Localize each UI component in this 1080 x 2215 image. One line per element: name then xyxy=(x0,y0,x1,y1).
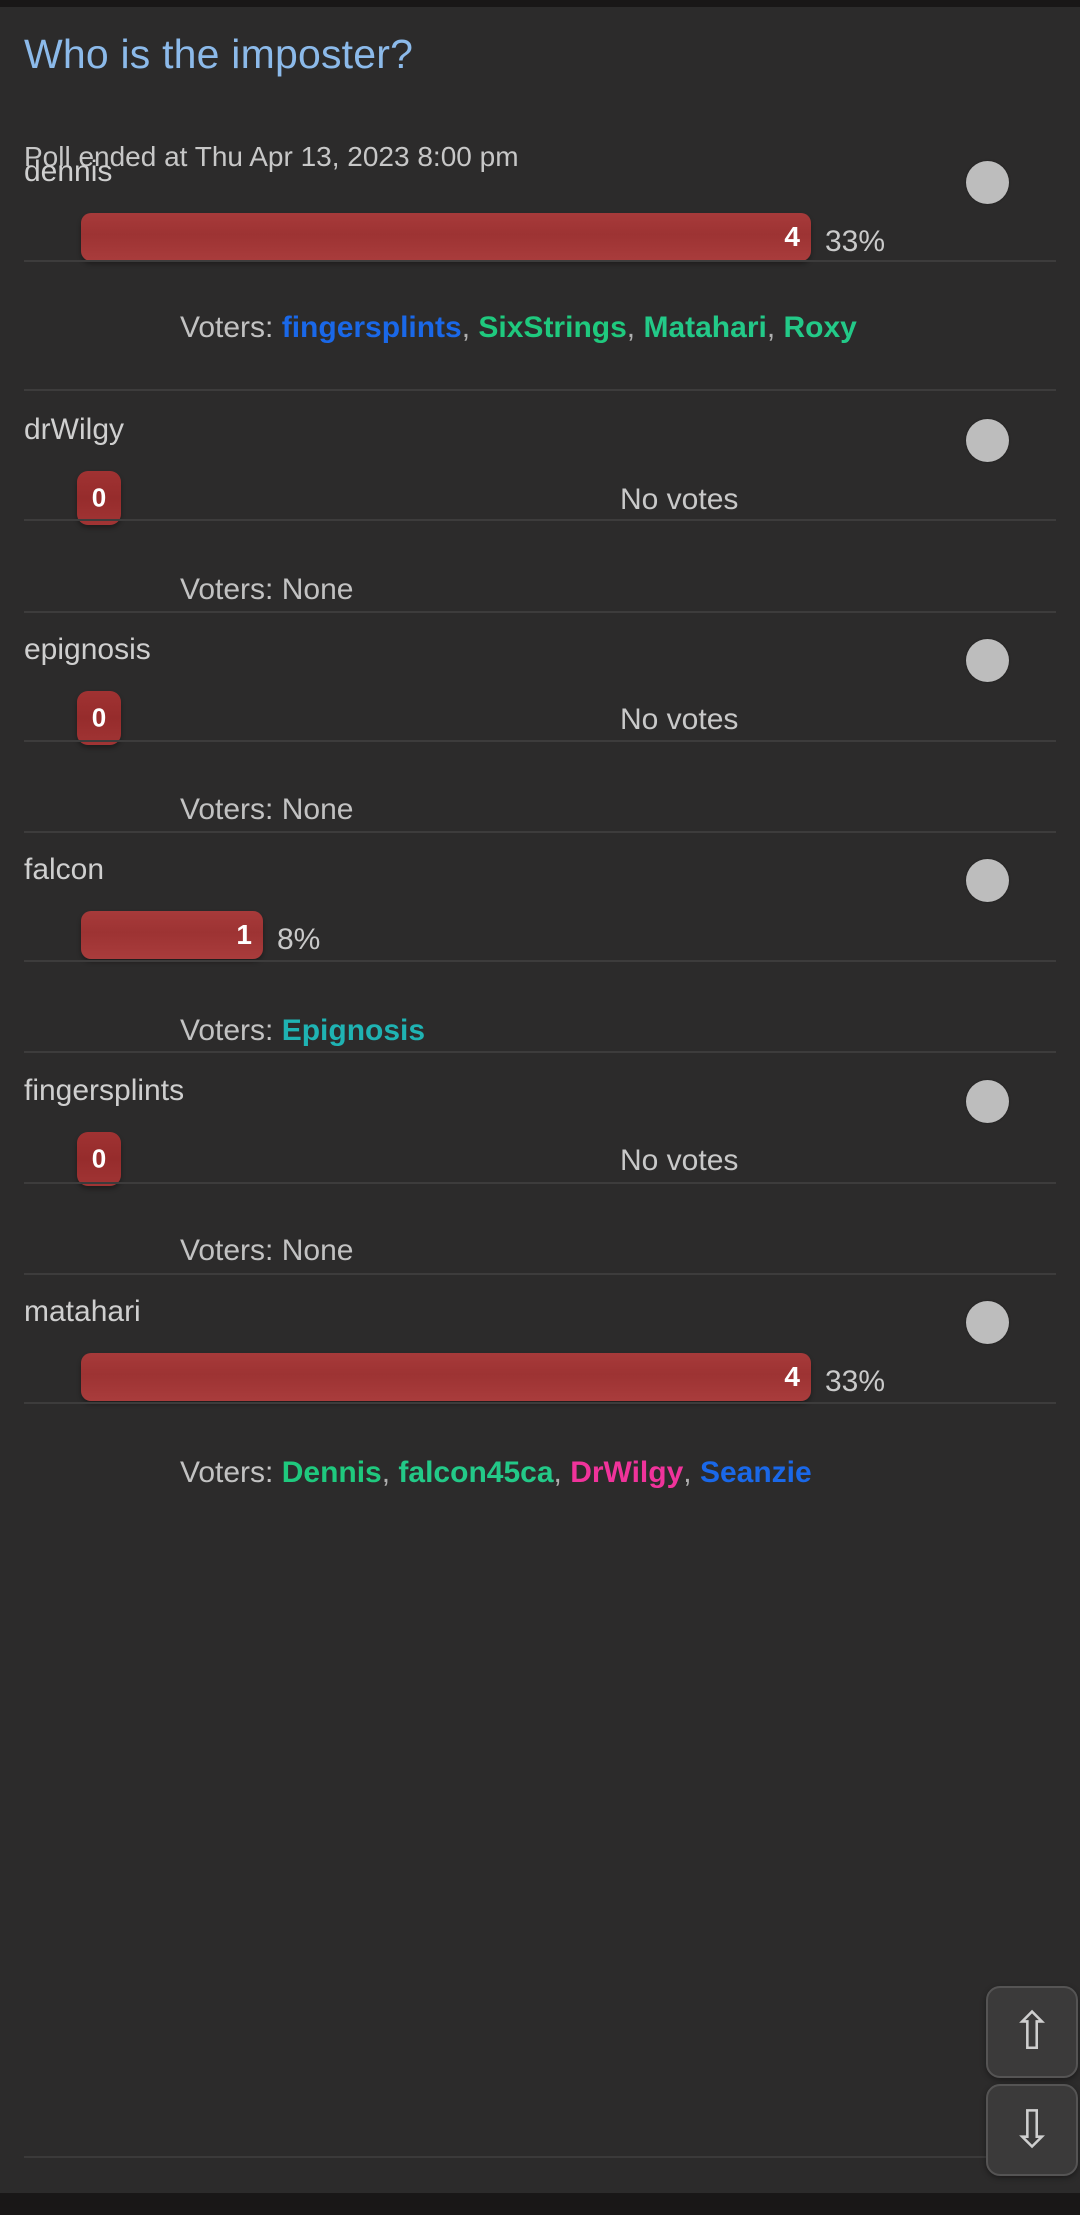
voters-none: None xyxy=(281,793,354,826)
voters-none: None xyxy=(281,1234,354,1267)
no-votes-label: No votes xyxy=(620,703,739,736)
voters-label: Voters: xyxy=(180,311,282,344)
poll-option-label: fingersplints xyxy=(24,1074,185,1107)
vote-count: 1 xyxy=(236,919,252,950)
poll-surface: Who is the imposter? Poll ended at Thu A… xyxy=(0,7,1080,2193)
option-divider xyxy=(24,1182,1056,1184)
voters-row: Voters: Dennis, falcon45ca, DrWilgy, Sea… xyxy=(180,1447,940,1499)
no-votes-label: No votes xyxy=(620,483,739,516)
vote-percent: 8% xyxy=(277,923,321,956)
voter-separator: , xyxy=(461,311,479,344)
voter-name[interactable]: Roxy xyxy=(784,311,857,344)
bottom-divider xyxy=(24,2156,1056,2158)
vote-bar: 1 xyxy=(81,911,263,959)
voter-separator: , xyxy=(553,1456,571,1489)
vote-bar: 0 xyxy=(77,1132,121,1186)
voter-name[interactable]: SixStrings xyxy=(478,311,626,344)
vote-bar: 0 xyxy=(77,691,121,745)
radio-button[interactable] xyxy=(966,1301,1009,1344)
option-block-divider xyxy=(24,389,1056,391)
option-divider xyxy=(24,519,1056,521)
option-block-divider xyxy=(24,1273,1056,1275)
no-votes-label: No votes xyxy=(620,1144,739,1177)
poll-option-label: epignosis xyxy=(24,633,151,666)
radio-button[interactable] xyxy=(966,161,1009,204)
voter-separator: , xyxy=(683,1456,700,1489)
voters-row: Voters: fingersplints, SixStrings, Matah… xyxy=(180,302,940,354)
voter-name[interactable]: Seanzie xyxy=(700,1456,812,1489)
voters-label: Voters: xyxy=(180,793,282,826)
vote-percent: 33% xyxy=(825,1365,886,1398)
option-block-divider xyxy=(24,611,1056,613)
option-divider xyxy=(24,960,1056,962)
option-divider xyxy=(24,260,1056,262)
arrow-down-icon: ⇩ xyxy=(1010,2101,1054,2159)
option-divider xyxy=(24,740,1056,742)
status-strip xyxy=(0,0,1080,7)
poll-screen: Who is the imposter? Poll ended at Thu A… xyxy=(0,0,1080,2215)
voter-name[interactable]: fingersplints xyxy=(282,311,462,344)
vote-bar: 0 xyxy=(77,471,121,525)
page-title: Who is the imposter? xyxy=(24,31,414,77)
vote-bar: 4 xyxy=(81,1353,811,1401)
vote-count: 0 xyxy=(91,702,107,733)
radio-button[interactable] xyxy=(966,419,1009,462)
radio-button[interactable] xyxy=(966,859,1009,902)
vote-bar: 4 xyxy=(81,213,811,261)
voter-name[interactable]: falcon45ca xyxy=(398,1456,553,1489)
poll-option-label: drWilgy xyxy=(24,413,125,446)
poll-option-label: dennis xyxy=(24,155,113,188)
voter-name[interactable]: Epignosis xyxy=(282,1014,425,1047)
voters-row: Voters: None xyxy=(180,784,940,836)
voter-separator: , xyxy=(766,311,784,344)
voters-row: Voters: Epignosis xyxy=(180,1005,940,1057)
scroll-up-button[interactable]: ⇧ xyxy=(986,1986,1078,2078)
option-block-divider xyxy=(24,831,1056,833)
vote-count: 0 xyxy=(91,1143,107,1174)
voters-row: Voters: None xyxy=(180,1225,940,1277)
vote-count: 4 xyxy=(784,1361,800,1392)
nav-bar-strip xyxy=(0,2193,1080,2215)
voter-separator: , xyxy=(381,1456,399,1489)
voter-name[interactable]: Matahari xyxy=(643,311,766,344)
poll-option-label: falcon xyxy=(24,853,105,886)
arrow-up-icon: ⇧ xyxy=(1010,2003,1054,2061)
radio-button[interactable] xyxy=(966,639,1009,682)
radio-button[interactable] xyxy=(966,1080,1009,1123)
vote-count: 4 xyxy=(784,221,800,252)
poll-option-bar-row: 4 33% xyxy=(0,213,1080,271)
voters-label: Voters: xyxy=(180,1456,282,1489)
option-block-divider xyxy=(24,1051,1056,1053)
voters-label: Voters: xyxy=(180,1014,282,1047)
scroll-down-button[interactable]: ⇩ xyxy=(986,2084,1078,2176)
option-divider xyxy=(24,1402,1056,1404)
voter-separator: , xyxy=(626,311,644,344)
voter-name[interactable]: Dennis xyxy=(282,1456,382,1489)
voters-row: Voters: None xyxy=(180,564,940,616)
poll-option-label: matahari xyxy=(24,1295,141,1328)
vote-count: 0 xyxy=(91,482,107,513)
vote-percent: 33% xyxy=(825,225,886,258)
voters-none: None xyxy=(281,573,354,606)
voters-label: Voters: xyxy=(180,573,282,606)
voters-label: Voters: xyxy=(180,1234,282,1267)
voter-name[interactable]: DrWilgy xyxy=(570,1456,683,1489)
